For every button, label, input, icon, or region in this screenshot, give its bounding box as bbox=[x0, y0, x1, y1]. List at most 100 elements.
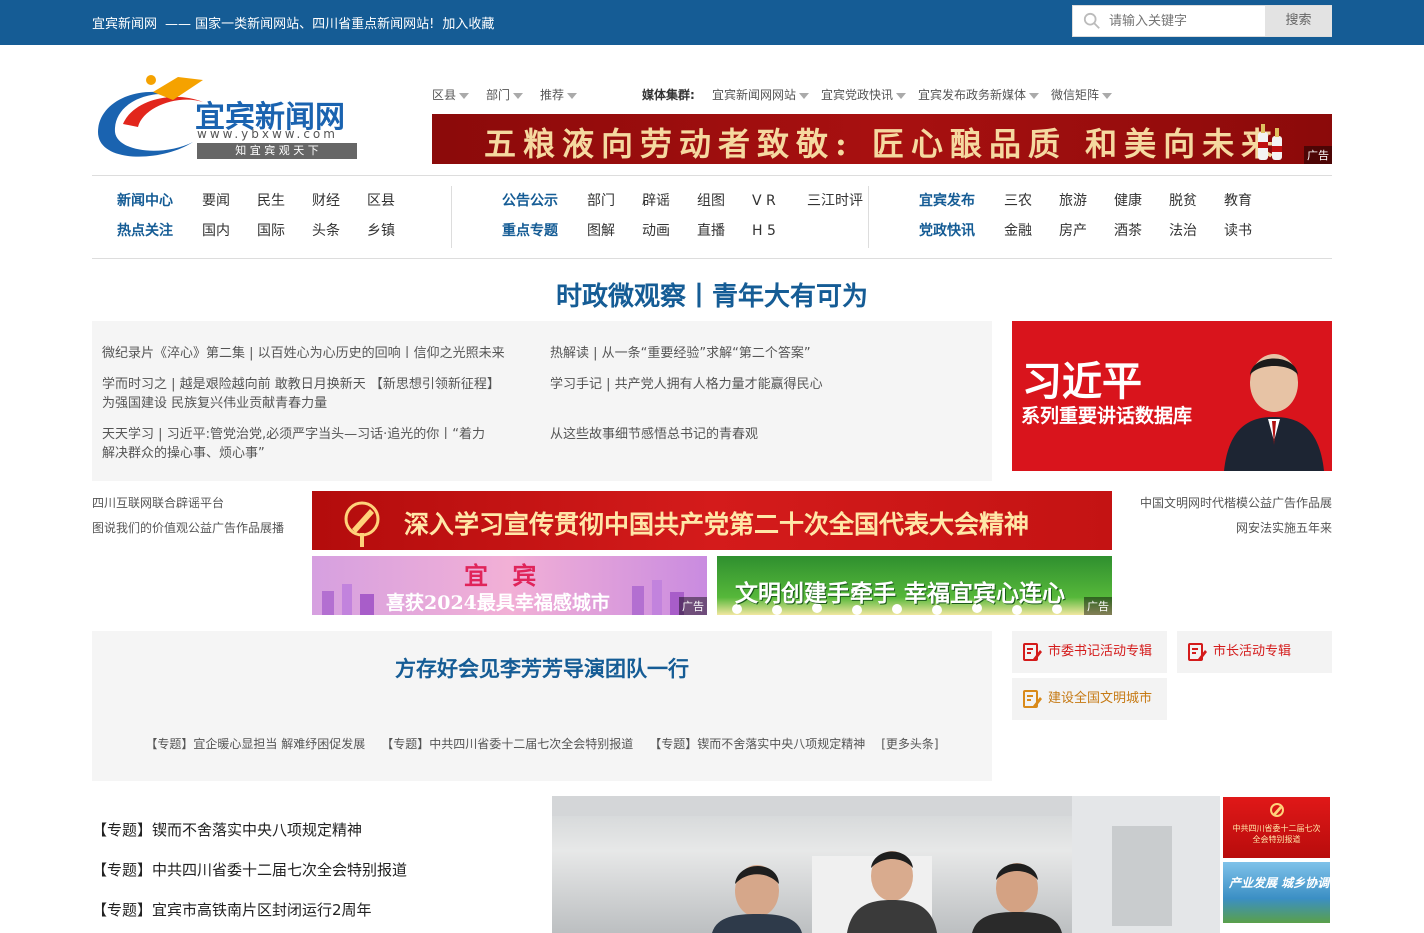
party-emblem-icon bbox=[344, 501, 380, 547]
media-ybfb[interactable]: 宜宾发布政务新媒体 bbox=[918, 86, 1051, 103]
nav-dushu[interactable]: 读书 bbox=[1224, 216, 1252, 246]
nav-group-news: 新闻中心 要闻 民生 财经 区县 热点关注 国内 国际 头条 乡镇 bbox=[117, 186, 395, 246]
news-item[interactable]: 从这些故事细节感悟总书记的青春观 bbox=[550, 425, 758, 444]
speech-database-banner[interactable]: 习近平 系列重要讲话数据库 bbox=[1012, 321, 1332, 471]
nav-notice[interactable]: 公告公示 bbox=[502, 186, 587, 216]
values-ad-link[interactable]: 图说我们的价值观公益广告作品展播 bbox=[92, 516, 284, 541]
topic-link[interactable]: 【专题】宜企暖心显担当 解难纾困促发展 bbox=[145, 737, 365, 751]
party-secretary-album-button[interactable]: 市委书记活动专辑 bbox=[1012, 631, 1167, 673]
more-headlines-link[interactable]: [更多头条] bbox=[881, 737, 938, 751]
nav-toutiao[interactable]: 头条 bbox=[312, 216, 367, 246]
civilization-banner[interactable]: 文明创建手牵手 幸福宜宾心连心 广告 bbox=[717, 556, 1112, 615]
rumor-platform-link[interactable]: 四川互联网联合辟谣平台 bbox=[92, 491, 284, 516]
nav-divider bbox=[451, 186, 452, 248]
news-item[interactable]: 学而时习之 | 越是艰险越向前 敢教日月换新天 【新思想引领新征程】 bbox=[102, 375, 500, 394]
banner3-title: 宜 宾 bbox=[464, 562, 545, 590]
nav-lvyou[interactable]: 旅游 bbox=[1059, 186, 1114, 216]
nav-news-center[interactable]: 新闻中心 bbox=[117, 186, 202, 216]
site-name-link[interactable]: 宜宾新闻网 bbox=[92, 17, 157, 32]
logo-url: www.ybxww.com bbox=[197, 127, 338, 141]
nav-tuopin[interactable]: 脱贫 bbox=[1169, 186, 1224, 216]
news-item[interactable]: 为强国建设 民族复兴伟业贡献青春力量 bbox=[102, 394, 327, 413]
media-dzkx[interactable]: 宜宾党政快讯 bbox=[821, 86, 918, 103]
nav-key-topics[interactable]: 重点专题 bbox=[502, 216, 587, 246]
banner1-text: 五粮液向劳动者致敬: 匠心酿品质 和美向未来 bbox=[484, 125, 1281, 163]
nav-jiankang[interactable]: 健康 bbox=[1114, 186, 1169, 216]
civilization-ad-link[interactable]: 中国文明网时代楷模公益广告作品展 bbox=[1140, 491, 1332, 516]
happy-city-banner[interactable]: 宜 宾 喜获2024最具幸福感城市 广告 bbox=[312, 556, 707, 615]
wuliangye-ad-banner[interactable]: 五粮液向劳动者致敬: 匠心酿品质 和美向未来 广告 bbox=[432, 114, 1332, 164]
top-news-box: 方存好会见李芳芳导演团队一行 【专题】宜企暖心显担当 解难纾困促发展 【专题】中共… bbox=[92, 631, 992, 781]
congress-spirit-banner[interactable]: 深入学习宣传贯彻中国共产党第二十次全国代表大会精神 bbox=[312, 491, 1112, 550]
subnav-department[interactable]: 部门 bbox=[486, 86, 540, 103]
city-thumbnail[interactable]: 产业发展 城乡协调 bbox=[1223, 862, 1330, 923]
news-photo[interactable] bbox=[552, 796, 1220, 933]
nav-caijing[interactable]: 财经 bbox=[312, 186, 367, 216]
site-logo[interactable]: 宜宾新闻网 www.ybxww.com 知 宜 宾 观 天 下 bbox=[93, 72, 363, 162]
nav-xiangzhen[interactable]: 乡镇 bbox=[367, 216, 395, 246]
top-news-title[interactable]: 方存好会见李芳芳导演团队一行 bbox=[92, 653, 992, 683]
banner2-text: 深入学习宣传贯彻中国共产党第二十次全国代表大会精神 bbox=[404, 510, 1030, 539]
ad-tag: 广告 bbox=[1084, 597, 1112, 615]
nav-guoji[interactable]: 国际 bbox=[257, 216, 312, 246]
nav-guonei[interactable]: 国内 bbox=[202, 216, 257, 246]
subnav-recommend[interactable]: 推荐 bbox=[540, 86, 642, 103]
mayor-album-button[interactable]: 市长活动专辑 bbox=[1177, 631, 1332, 673]
news-item[interactable]: 天天学习 | 习近平:管党治党,必须严字当头—习话·追光的你丨“着力 bbox=[102, 425, 485, 444]
nav-hot-topics[interactable]: 热点关注 bbox=[117, 216, 202, 246]
left-links: 四川互联网联合辟谣平台 图说我们的价值观公益广告作品展播 bbox=[92, 491, 284, 541]
special-topic-link[interactable]: 【专题】锲而不舍落实中央八项规定精神 bbox=[92, 810, 407, 850]
bookmark-link[interactable]: 加入收藏 bbox=[442, 17, 494, 32]
news-box: 微纪录片《淬心》第二集 | 以百姓心为心历史的回响丨信仰之光照未来 热解读 | … bbox=[92, 321, 992, 481]
news-item[interactable]: 解决群众的操心事、烦心事” bbox=[102, 444, 265, 463]
main-nav: 新闻中心 要闻 民生 财经 区县 热点关注 国内 国际 头条 乡镇 公告公示 部门 辟谣 组图 V R三… bbox=[92, 175, 1332, 259]
button-label: 市长活动专辑 bbox=[1213, 644, 1292, 659]
nav-quxian[interactable]: 区县 bbox=[367, 186, 395, 216]
media-ybxww[interactable]: 宜宾新闻网网站 bbox=[712, 86, 821, 103]
nav-bumen[interactable]: 部门 bbox=[587, 186, 642, 216]
nav-yaowen[interactable]: 要闻 bbox=[202, 186, 257, 216]
nav-group-release: 宜宾发布 三农 旅游 健康 脱贫 教育 党政快讯 金融 房产 酒茶 法治 读书 bbox=[919, 186, 1252, 246]
news-item[interactable]: 学习手记 | 共产党人拥有人格力量才能赢得民心 bbox=[550, 375, 823, 394]
nav-zutu[interactable]: 组图 bbox=[697, 186, 752, 216]
special-topic-link[interactable]: 【专题】宜宾市高铁南片区封闭运行2周年 bbox=[92, 890, 407, 930]
banner3-subtitle: 喜获2024最具幸福感城市 bbox=[386, 592, 610, 614]
topic-link[interactable]: 【专题】中共四川省委十二届七次全会特别报道 bbox=[381, 737, 633, 751]
nav-fazhi[interactable]: 法治 bbox=[1169, 216, 1224, 246]
civilized-city-button[interactable]: 建设全国文明城市 bbox=[1012, 678, 1167, 720]
nav-yb-release[interactable]: 宜宾发布 bbox=[919, 186, 1004, 216]
media-wechat[interactable]: 微信矩阵 bbox=[1051, 86, 1112, 103]
nav-divider bbox=[868, 186, 869, 248]
nav-zhibo[interactable]: 直播 bbox=[697, 216, 752, 246]
nav-donghua[interactable]: 动画 bbox=[642, 216, 697, 246]
thumb1-caption: 中共四川省委十二届七次全会特别报道 bbox=[1232, 824, 1321, 844]
special-topic-link[interactable]: 【专题】中共四川省委十二届七次全会特别报道 bbox=[92, 850, 407, 890]
ad-tag: 广告 bbox=[1304, 146, 1332, 164]
top-bar-text: 宜宾新闻网 —— 国家一类新闻网站、四川省重点新闻网站! 加入收藏 bbox=[92, 13, 502, 32]
party-emblem-icon bbox=[1270, 803, 1284, 817]
subnav-district[interactable]: 区县 bbox=[432, 86, 486, 103]
nav-fangchan[interactable]: 房产 bbox=[1059, 216, 1114, 246]
nav-jiaoyu[interactable]: 教育 bbox=[1224, 186, 1252, 216]
nav-tujie[interactable]: 图解 bbox=[587, 216, 642, 246]
search-button[interactable]: 搜索 bbox=[1265, 6, 1332, 36]
news-item[interactable]: 微纪录片《淬心》第二集 | 以百姓心为心历史的回响丨信仰之光照未来 bbox=[102, 344, 505, 363]
speech-db-subtitle: 系列重要讲话数据库 bbox=[1021, 405, 1193, 427]
nav-jinrong[interactable]: 金融 bbox=[1004, 216, 1059, 246]
nav-jiucha[interactable]: 酒茶 bbox=[1114, 216, 1169, 246]
nav-minsheng[interactable]: 民生 bbox=[257, 186, 312, 216]
main-headline[interactable]: 时政微观察丨青年大有可为 bbox=[92, 276, 1332, 313]
nav-party-news[interactable]: 党政快讯 bbox=[919, 216, 1004, 246]
topic-link[interactable]: 【专题】锲而不舍落实中央八项规定精神 bbox=[649, 737, 865, 751]
nav-piyao[interactable]: 辟谣 bbox=[642, 186, 697, 216]
banner4-text: 文明创建手牵手 幸福宜宾心连心 bbox=[735, 581, 1066, 607]
nav-vr[interactable]: V R bbox=[752, 186, 807, 216]
cyber-law-link[interactable]: 网安法实施五年来 bbox=[1140, 516, 1332, 541]
nav-sannong[interactable]: 三农 bbox=[1004, 186, 1059, 216]
nav-h5[interactable]: H 5 bbox=[752, 216, 776, 246]
nav-sanjiang[interactable]: 三江时评 bbox=[807, 186, 863, 216]
media-label: 媒体集群: bbox=[642, 88, 695, 102]
search-box: 搜索 bbox=[1072, 5, 1332, 37]
plenary-session-thumbnail[interactable]: 中共四川省委十二届七次全会特别报道 bbox=[1223, 797, 1330, 858]
news-item[interactable]: 热解读 | 从一条“重要经验”求解“第二个答案” bbox=[550, 344, 811, 363]
